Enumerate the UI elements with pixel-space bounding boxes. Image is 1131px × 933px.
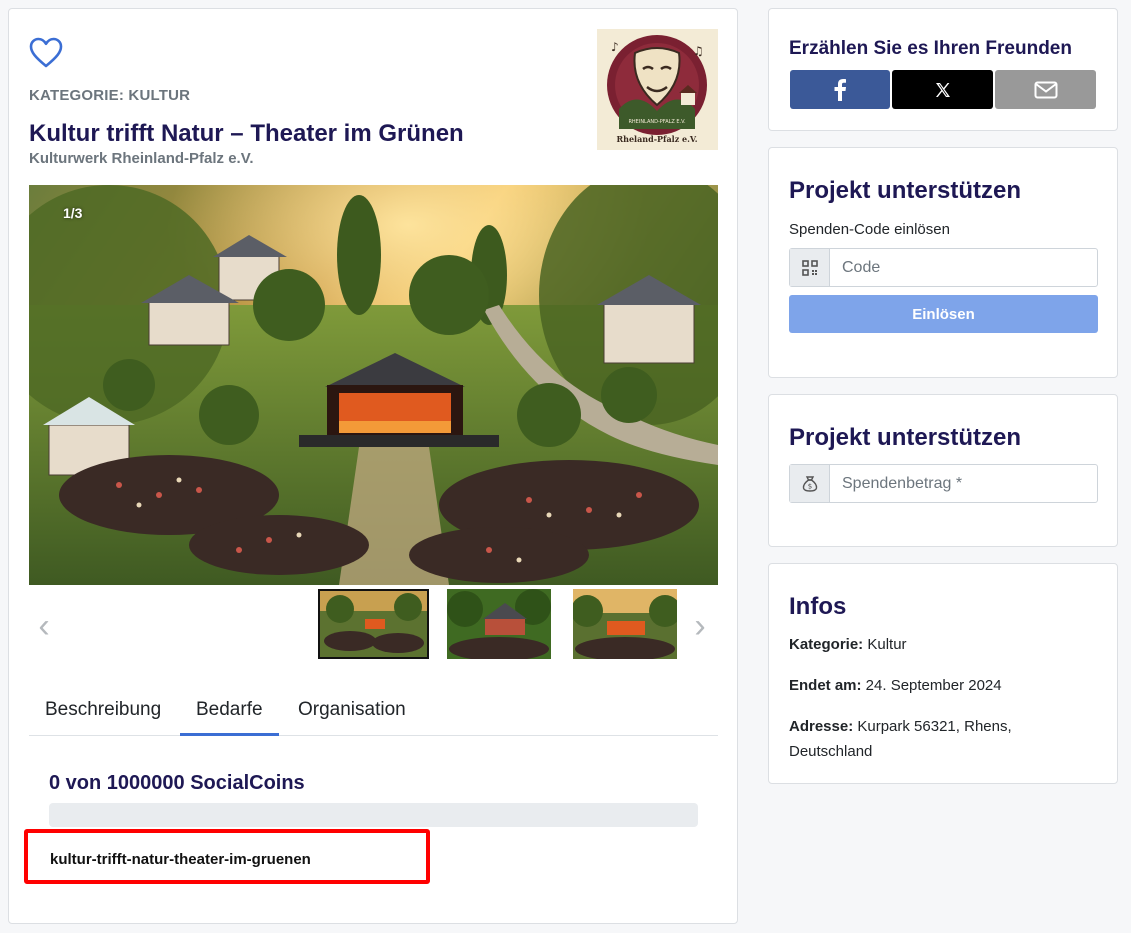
infos-card: Infos Kategorie: Kultur Endet am: 24. Se…: [768, 563, 1118, 784]
gallery-thumbnail[interactable]: [573, 589, 677, 659]
facebook-share-button[interactable]: [790, 70, 890, 109]
project-card: KATEGORIE: KULTUR Kultur trifft Natur – …: [8, 8, 738, 924]
donation-code-field: [789, 248, 1098, 287]
gallery-thumbnail[interactable]: [318, 589, 429, 659]
x-icon: [935, 82, 950, 97]
gallery-thumbnails: ‹ ›: [29, 587, 718, 665]
tab-organisation[interactable]: Organisation: [282, 689, 422, 736]
svg-text:♫: ♫: [693, 44, 704, 58]
tab-bedarfe[interactable]: Bedarfe: [180, 689, 279, 736]
support-amount-card: Projekt unterstützen $: [768, 394, 1118, 547]
donation-amount-field: $: [789, 464, 1098, 503]
organization-logo: ♪ ♫ RHEINLAND-PFALZ E.V. Rheland-Pfalz e…: [597, 29, 718, 150]
project-slug: kultur-trifft-natur-theater-im-gruenen: [50, 851, 311, 868]
organization-name[interactable]: Kulturwerk Rheinland-Pfalz e.V.: [29, 150, 254, 167]
category-label: KATEGORIE: KULTUR: [29, 87, 191, 104]
support-code-card: Projekt unterstützen Spenden-Code einlös…: [768, 147, 1118, 378]
support-code-title: Projekt unterstützen: [789, 177, 1022, 204]
info-category: Kategorie: Kultur: [789, 636, 907, 653]
gallery-counter: 1/3: [63, 205, 83, 221]
x-share-button[interactable]: [892, 70, 993, 109]
chevron-right-icon[interactable]: ›: [687, 609, 713, 643]
donation-code-input[interactable]: [830, 249, 1097, 286]
facebook-icon: [834, 78, 846, 101]
info-address: Adresse: Kurpark 56321, Rhens, Deutschla…: [789, 718, 1012, 760]
svg-text:♪: ♪: [611, 40, 619, 54]
heart-icon[interactable]: [29, 37, 63, 69]
logo-text: Rheland-Pfalz e.V.: [617, 134, 698, 144]
gallery-thumbnail[interactable]: [447, 589, 551, 659]
project-title: Kultur trifft Natur – Theater im Grünen: [29, 120, 464, 147]
slug-highlight-box: kultur-trifft-natur-theater-im-gruenen: [24, 829, 430, 884]
project-tabs: Beschreibung Bedarfe Organisation: [29, 689, 718, 736]
socialcoins-progress-label: 0 von 1000000 SocialCoins: [49, 772, 305, 794]
redeem-button[interactable]: Einlösen: [789, 295, 1098, 333]
support-amount-title: Projekt unterstützen: [789, 424, 1022, 451]
tab-beschreibung[interactable]: Beschreibung: [29, 689, 177, 736]
infos-title: Infos: [789, 593, 847, 620]
qr-code-icon: [790, 249, 830, 286]
gallery-main-image[interactable]: 1/3: [29, 185, 718, 585]
donation-code-label: Spenden-Code einlösen: [789, 221, 950, 238]
info-end-date: Endet am: 24. September 2024: [789, 677, 1002, 694]
chevron-left-icon[interactable]: ‹: [31, 609, 57, 643]
share-card: Erzählen Sie es Ihren Freunden: [768, 8, 1118, 131]
socialcoins-progress-bar: [49, 803, 698, 827]
donation-amount-input[interactable]: [830, 465, 1097, 502]
share-title: Erzählen Sie es Ihren Freunden: [789, 38, 1072, 59]
mail-icon: [1034, 81, 1057, 98]
logo-arc-text: RHEINLAND-PFALZ E.V.: [628, 119, 686, 125]
money-bag-icon: $: [790, 465, 830, 502]
svg-text:$: $: [807, 482, 811, 490]
mail-share-button[interactable]: [995, 70, 1096, 109]
